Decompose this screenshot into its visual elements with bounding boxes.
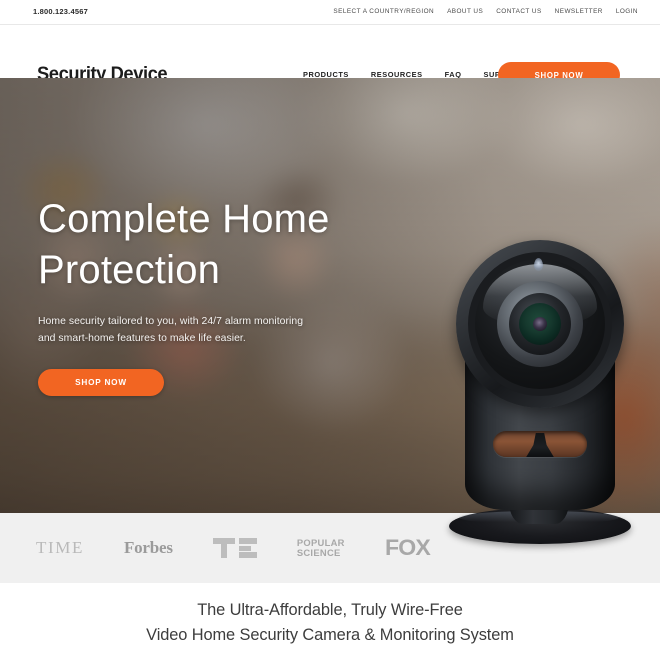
camera-slot-clip	[525, 433, 555, 457]
utility-bar: 1.800.123.4567 SELECT A COUNTRY/REGION A…	[0, 0, 660, 25]
press-logo-forbes: Forbes	[123, 538, 173, 557]
site-header: Security Device PRODUCTS RESOURCES FAQ S…	[0, 25, 660, 88]
hero-content: Complete Home Protection Home security t…	[38, 194, 368, 396]
techcrunch-c-top	[238, 538, 257, 544]
phone-number[interactable]: 1.800.123.4567	[33, 7, 88, 16]
camera-mount-slot	[493, 431, 587, 457]
hero-shop-now-button[interactable]: SHOP NOW	[38, 369, 164, 396]
tagline-headline: The Ultra-Affordable, Truly Wire-Free Vi…	[146, 600, 514, 644]
utility-nav: SELECT A COUNTRY/REGION ABOUT US CONTACT…	[333, 8, 638, 15]
press-logo-popular-science: POPULAR SCIENCE	[296, 536, 345, 558]
camera-lens-aperture	[533, 317, 547, 331]
utility-link-about-us[interactable]: ABOUT US	[447, 8, 483, 15]
landing-page: 1.800.123.4567 SELECT A COUNTRY/REGION A…	[0, 0, 660, 662]
tagline-section: The Ultra-Affordable, Truly Wire-Free Vi…	[0, 583, 660, 662]
utility-link-contact-us[interactable]: CONTACT US	[496, 8, 541, 15]
hero-subheadline: Home security tailored to you, with 24/7…	[38, 316, 304, 344]
camera-status-led	[534, 258, 543, 271]
utility-link-select-country[interactable]: SELECT A COUNTRY/REGION	[333, 8, 434, 15]
utility-link-newsletter[interactable]: NEWSLETTER	[555, 8, 603, 15]
techcrunch-c-mid	[238, 546, 251, 551]
product-camera-image	[437, 232, 643, 572]
press-logo-fox: FOX	[384, 535, 431, 560]
techcrunch-c-bottom	[238, 552, 257, 558]
hero-headline: Complete Home Protection	[38, 197, 330, 292]
press-logos-list: TIME Forbes POPULAR SCIENCE FOX	[36, 513, 431, 583]
press-logo-techcrunch	[212, 538, 257, 558]
utility-link-login[interactable]: LOGIN	[616, 8, 638, 15]
press-logo-time: TIME	[36, 538, 84, 557]
techcrunch-t-stem	[220, 544, 227, 558]
